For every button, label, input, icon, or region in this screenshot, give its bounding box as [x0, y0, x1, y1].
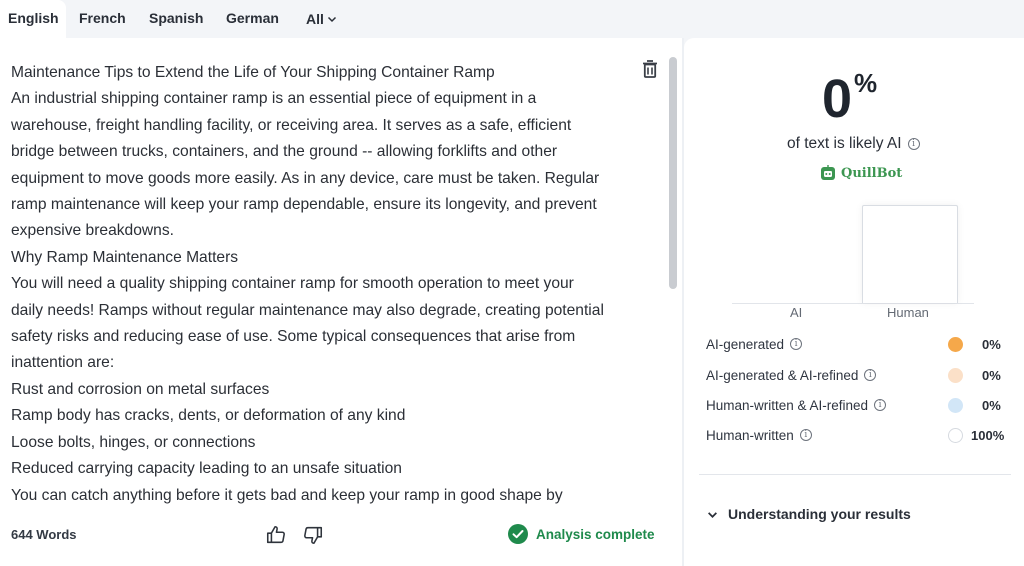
likely-ai-label: of text is likely AI i [787, 135, 920, 153]
scrollbar-thumb[interactable] [669, 57, 677, 289]
thumbs-down-icon[interactable] [302, 524, 324, 546]
tab-all-label: All [306, 11, 324, 27]
analysis-status: Analysis complete [508, 524, 655, 544]
x-tick-ai: AI [790, 305, 803, 320]
text-line: inattention are: [11, 354, 115, 372]
legend-human-written-refined: Human-written & AI-refined i 0% [706, 395, 1006, 415]
legend-label: Human-written [706, 427, 794, 443]
understanding-label: Understanding your results [728, 506, 911, 522]
text-input-panel: Maintenance Tips to Extend the Life of Y… [0, 38, 682, 566]
legend-value: 0% [982, 367, 1001, 383]
trash-icon[interactable] [641, 59, 659, 79]
thumbs-up-icon[interactable] [265, 524, 287, 546]
legend-value: 100% [971, 427, 1005, 443]
text-line: An industrial shipping container ramp is… [11, 90, 537, 108]
text-editor[interactable]: Maintenance Tips to Extend the Life of Y… [11, 60, 651, 508]
text-line: safety risks and reducing ease of use. S… [11, 328, 576, 346]
text-line: expensive breakdowns. [11, 222, 174, 240]
tab-all[interactable]: All [306, 0, 337, 38]
legend-dot [948, 367, 963, 383]
check-circle-icon [508, 524, 528, 544]
text-line: equipment to move goods more easily. As … [11, 169, 600, 187]
text-line: warehouse, freight handling facility, or… [11, 116, 572, 134]
tab-german[interactable]: German [226, 0, 279, 38]
tab-spanish[interactable]: Spanish [149, 0, 203, 38]
text-line: Maintenance Tips to Extend the Life of Y… [11, 64, 495, 81]
x-tick-human: Human [887, 305, 929, 320]
text-line: Loose bolts, hinges, or connections [11, 433, 256, 451]
legend-ai-generated: AI-generated i 0% [706, 334, 1006, 354]
text-line: Why Ramp Maintenance Matters [11, 248, 239, 266]
text-line: bridge between trucks, containers, and t… [11, 143, 558, 161]
legend-ai-generated-refined: AI-generated & AI-refined i 0% [706, 365, 1006, 385]
text-line: You will need a quality shipping contain… [11, 275, 574, 293]
status-label: Analysis complete [536, 526, 655, 542]
understanding-results-toggle[interactable]: Understanding your results [707, 506, 911, 522]
info-icon[interactable]: i [864, 369, 877, 381]
chart-baseline [732, 303, 974, 304]
section-divider [699, 474, 1011, 475]
percent-sign: % [854, 68, 878, 98]
text-line: Ramp body has cracks, dents, or deformat… [11, 407, 406, 425]
legend-value: 0% [982, 397, 1001, 413]
info-icon[interactable]: i [799, 429, 812, 441]
text-line: ramp maintenance will keep your ramp dep… [11, 196, 597, 214]
language-tabs: English French Spanish German All [0, 0, 1024, 38]
text-line: Rust and corrosion on metal surfaces [11, 380, 270, 398]
chart-bar-human [862, 205, 958, 303]
text-line: Reduced carrying capacity leading to an … [11, 460, 402, 478]
legend-value: 0% [982, 336, 1001, 352]
quillbot-logo-icon [821, 165, 835, 180]
ai-percentage: 0% [822, 68, 877, 130]
text-line: daily needs! Ramps without regular maint… [11, 301, 604, 319]
text-line: You can catch anything before it gets ba… [11, 486, 563, 504]
legend-label: AI-generated [706, 336, 785, 352]
info-icon[interactable]: i [907, 138, 920, 150]
brand-name: QuillBot [841, 165, 903, 181]
likely-ai-text: of text is likely AI [787, 135, 902, 152]
legend-label: AI-generated & AI-refined [706, 367, 859, 383]
legend-dot [948, 397, 963, 413]
info-icon[interactable]: i [874, 399, 887, 411]
ai-human-chart [732, 200, 974, 304]
quillbot-brand: QuillBot [820, 165, 902, 181]
chevron-down-icon [708, 511, 717, 518]
info-icon[interactable]: i [790, 338, 803, 350]
chevron-down-icon [327, 16, 336, 23]
legend-human-written: Human-written i 100% [706, 425, 1006, 445]
word-count: 644 Words [11, 527, 77, 542]
ai-percentage-value: 0 [822, 69, 853, 129]
legend-dot [948, 336, 963, 352]
legend-label: Human-written & AI-refined [706, 397, 869, 413]
legend-dot [948, 427, 963, 443]
tab-french[interactable]: French [79, 0, 126, 38]
tab-english[interactable]: English [0, 0, 66, 38]
